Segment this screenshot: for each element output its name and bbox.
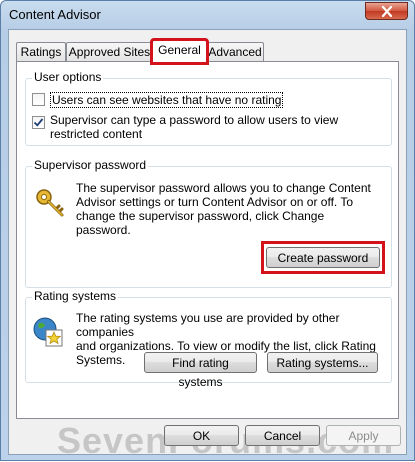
supervisor-desc-line2: Advisor settings or turn Content Advisor… (76, 195, 354, 209)
close-button[interactable] (365, 2, 408, 20)
content-advisor-dialog: Content Advisor Ratings Approved Sites G… (0, 0, 415, 461)
rating-desc-line2: and organizations. To view or modify the… (76, 339, 376, 353)
apply-button[interactable]: Apply (326, 425, 401, 446)
supervisor-desc-line3: change the supervisor password, click Ch… (76, 209, 325, 223)
user-options-group: User options Users can see websites that… (25, 70, 392, 146)
cancel-button[interactable]: Cancel (245, 425, 320, 446)
supervisor-desc-line1: The supervisor password allows you to ch… (76, 181, 371, 195)
supervisor-password-title: Supervisor password (32, 158, 149, 172)
tab-approved-sites[interactable]: Approved Sites (66, 42, 153, 62)
tab-advanced[interactable]: Advanced (206, 42, 264, 62)
supervisor-password-group: Supervisor password The supervisor passw… (25, 158, 392, 288)
rating-systems-group: Rating systems The rating systems you us… (25, 289, 392, 389)
tab-general[interactable]: General (150, 38, 209, 65)
tab-approved-sites-label: Approved Sites (68, 45, 151, 59)
close-icon (381, 5, 392, 17)
supervisor-description: The supervisor password allows you to ch… (76, 181, 371, 237)
tab-advanced-label: Advanced (208, 45, 262, 59)
title-bar[interactable]: Content Advisor (1, 1, 414, 29)
no-rating-checkbox[interactable] (32, 93, 45, 106)
general-tab-panel: User options Users can see websites that… (16, 61, 399, 419)
supervisor-override-label[interactable]: Supervisor can type a password to allow … (50, 113, 338, 141)
rating-desc-line1: The rating systems you use are provided … (76, 311, 340, 339)
globe-certificate-icon (33, 317, 63, 347)
window-title: Content Advisor (9, 7, 101, 22)
tab-ratings[interactable]: Ratings (16, 42, 66, 62)
user-options-title: User options (32, 70, 104, 84)
tab-ratings-label: Ratings (20, 45, 62, 59)
rating-systems-button[interactable]: Rating systems... (267, 352, 378, 373)
find-rating-systems-button[interactable]: Find rating systems (144, 352, 257, 389)
supervisor-override-label-line1: Supervisor can type a password to allow … (50, 113, 339, 127)
ok-button[interactable]: OK (164, 425, 239, 446)
rating-systems-title: Rating systems (32, 289, 119, 303)
dialog-client-area: Ratings Approved Sites General Advanced … (8, 29, 407, 461)
no-rating-label[interactable]: Users can see websites that have no rati… (50, 92, 284, 108)
key-icon (36, 189, 64, 217)
rating-desc-line3: Systems. (76, 353, 126, 367)
supervisor-override-checkbox[interactable] (32, 116, 45, 129)
create-password-button[interactable]: Create password (266, 247, 380, 268)
supervisor-override-label-line2: restricted content (50, 127, 143, 141)
supervisor-desc-line4: password. (76, 223, 131, 237)
checkmark-icon (33, 118, 44, 127)
tab-general-label: General (158, 43, 201, 57)
